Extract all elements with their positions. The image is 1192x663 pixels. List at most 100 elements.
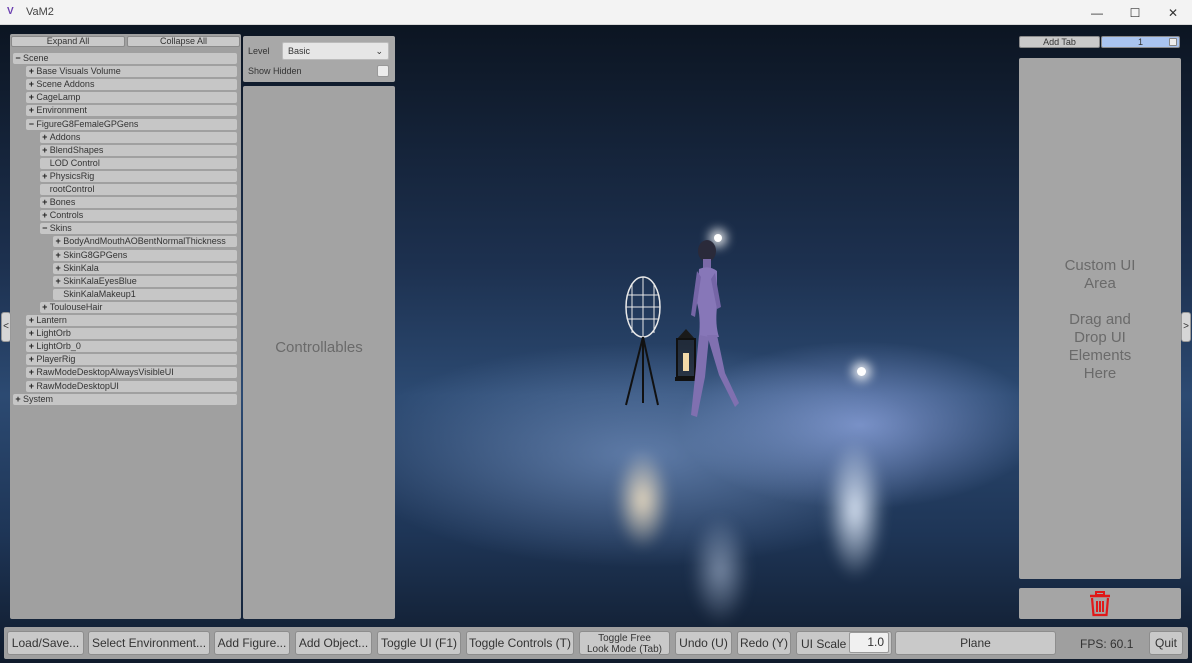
- trash-drop-zone[interactable]: [1019, 588, 1181, 619]
- tree-node-controls[interactable]: + Controls: [39, 210, 237, 222]
- tree-node-label: LOD Control: [49, 157, 100, 168]
- tree-node-skinkala[interactable]: + SkinKala: [53, 262, 237, 274]
- tree-node-scene-addons[interactable]: + Scene Addons: [26, 79, 237, 91]
- redo-button[interactable]: Redo (Y): [737, 631, 791, 655]
- collapse-all-button[interactable]: Collapse All: [127, 36, 240, 47]
- tree-node-system[interactable]: + System: [13, 393, 237, 405]
- toggle-free-look-button[interactable]: Toggle Free Look Mode (Tab): [579, 631, 670, 655]
- add-object-button[interactable]: Add Object...: [295, 631, 372, 655]
- expand-all-button[interactable]: Expand All: [11, 36, 125, 47]
- select-environment-button[interactable]: Select Environment...: [88, 631, 210, 655]
- tree-node-rawmodedesktopalwaysvisibleui[interactable]: + RawModeDesktopAlwaysVisibleUI: [26, 367, 237, 379]
- tree-node-bodyandmouthaobentnormalthickness[interactable]: + BodyAndMouthAOBentNormalThickness: [53, 236, 237, 248]
- plane-button[interactable]: Plane: [895, 631, 1056, 655]
- floor-reflection-cool: [825, 440, 885, 580]
- tree-node-bones[interactable]: + Bones: [39, 197, 237, 209]
- tree-node-figureg8femalegpgens[interactable]: − FigureG8FemaleGPGens: [26, 118, 237, 130]
- tree-node-playerrig[interactable]: + PlayerRig: [26, 354, 237, 366]
- tree-node-label: Scene Addons: [36, 79, 95, 90]
- cage-lamp[interactable]: [618, 275, 668, 410]
- tree-node-lightorb-0[interactable]: + LightOrb_0: [26, 341, 237, 353]
- expand-icon[interactable]: +: [26, 66, 36, 77]
- tab-1-checkbox[interactable]: [1169, 38, 1177, 46]
- tree-node-skinkalamakeup1[interactable]: SkinKalaMakeup1: [53, 288, 237, 300]
- custom-ui-text-5: Elements: [1068, 347, 1132, 364]
- female-figure[interactable]: [685, 237, 745, 427]
- custom-ui-area[interactable]: Custom UI Area Drag and Drop UI Elements…: [1019, 58, 1181, 579]
- undo-button[interactable]: Undo (U): [675, 631, 732, 655]
- tree-node-rootcontrol[interactable]: rootControl: [39, 184, 237, 195]
- expand-icon[interactable]: +: [26, 354, 36, 365]
- custom-ui-text-4: Drop UI: [1074, 329, 1126, 346]
- load-save-button[interactable]: Load/Save...: [7, 631, 84, 655]
- tree-node-blendshapes[interactable]: + BlendShapes: [39, 144, 237, 156]
- add-figure-button[interactable]: Add Figure...: [214, 631, 290, 655]
- tree-node-label: FigureG8FemaleGPGens: [36, 118, 139, 129]
- title-bar: V VaM2 — ☐ ✕: [0, 0, 1192, 25]
- expand-icon[interactable]: +: [26, 79, 36, 90]
- level-dropdown[interactable]: Basic ⌄: [282, 42, 389, 60]
- expand-icon[interactable]: +: [26, 315, 36, 326]
- expand-icon[interactable]: +: [13, 394, 23, 405]
- tree-node-lantern[interactable]: + Lantern: [26, 315, 237, 326]
- collapse-icon[interactable]: −: [26, 119, 36, 130]
- expand-icon[interactable]: +: [26, 92, 36, 103]
- expand-icon[interactable]: +: [53, 250, 63, 261]
- tree-node-addons[interactable]: + Addons: [39, 131, 237, 143]
- expand-icon[interactable]: +: [40, 171, 50, 182]
- light-orb-0[interactable]: [857, 367, 866, 376]
- expand-icon[interactable]: +: [26, 105, 36, 116]
- collapse-icon[interactable]: −: [40, 223, 50, 234]
- floor-reflection-dim: [690, 515, 750, 625]
- collapse-icon[interactable]: −: [13, 53, 23, 64]
- show-hidden-checkbox[interactable]: [377, 65, 389, 77]
- toggle-ui-button[interactable]: Toggle UI (F1): [377, 631, 461, 655]
- tree-node-lightorb[interactable]: + LightOrb: [26, 328, 237, 340]
- tree-node-toulousehair[interactable]: + ToulouseHair: [39, 301, 237, 313]
- expand-icon[interactable]: +: [26, 367, 36, 378]
- toggle-controls-button[interactable]: Toggle Controls (T): [466, 631, 574, 655]
- tree-node-label: SkinKalaEyesBlue: [63, 275, 137, 286]
- close-button[interactable]: ✕: [1154, 0, 1192, 25]
- tree-node-physicsrig[interactable]: + PhysicsRig: [39, 170, 237, 182]
- tree-node-label: CageLamp: [36, 92, 81, 103]
- expand-icon[interactable]: +: [53, 236, 63, 247]
- right-panel-toggle[interactable]: >: [1181, 312, 1191, 342]
- expand-icon[interactable]: +: [53, 276, 63, 287]
- expand-icon[interactable]: +: [26, 328, 36, 339]
- tree-node-cagelamp[interactable]: + CageLamp: [26, 92, 237, 104]
- maximize-button[interactable]: ☐: [1116, 0, 1154, 25]
- tree-node-label: Bones: [49, 197, 76, 208]
- window-controls: — ☐ ✕: [1078, 0, 1192, 25]
- tree-node-lod-control[interactable]: LOD Control: [39, 157, 237, 169]
- minimize-button[interactable]: —: [1078, 0, 1116, 25]
- expand-icon[interactable]: +: [26, 341, 36, 352]
- tree-node-label: LightOrb: [36, 328, 71, 339]
- expand-icon[interactable]: +: [40, 145, 50, 156]
- tree-node-label: PhysicsRig: [49, 170, 95, 181]
- add-tab-button[interactable]: Add Tab: [1019, 36, 1100, 48]
- tree-node-label: SkinKalaMakeup1: [63, 288, 136, 299]
- tree-node-base-visuals-volume[interactable]: + Base Visuals Volume: [26, 66, 237, 78]
- tree-node-label: RawModeDesktopAlwaysVisibleUI: [36, 367, 174, 378]
- toggle-free-look-line1: Toggle Free: [598, 633, 651, 644]
- expand-icon[interactable]: +: [26, 381, 36, 392]
- left-panel-toggle[interactable]: <: [1, 312, 11, 342]
- expand-icon[interactable]: +: [40, 210, 50, 221]
- expand-icon[interactable]: +: [40, 302, 50, 313]
- quit-button[interactable]: Quit: [1149, 631, 1183, 655]
- tree-node-skinkalaeyesblue[interactable]: + SkinKalaEyesBlue: [53, 275, 237, 287]
- tree-node-label: BodyAndMouthAOBentNormalThickness: [63, 236, 226, 247]
- tree-node-rawmodedesktopui[interactable]: + RawModeDesktopUI: [26, 380, 237, 392]
- tree-node-environment[interactable]: + Environment: [26, 105, 237, 117]
- expand-icon[interactable]: +: [40, 132, 50, 143]
- tree-node-skins[interactable]: − Skins: [39, 223, 237, 235]
- tree-node-sking8gpgens[interactable]: + SkinG8GPGens: [53, 249, 237, 261]
- expand-icon[interactable]: +: [40, 197, 50, 208]
- tree-node-scene[interactable]: − Scene: [13, 53, 237, 64]
- tab-1[interactable]: 1: [1101, 36, 1180, 48]
- tree-node-label: Scene: [23, 53, 49, 63]
- expand-icon[interactable]: +: [53, 263, 63, 274]
- tree-node-label: Environment: [36, 105, 87, 116]
- ui-scale-input[interactable]: 1.0: [849, 632, 889, 653]
